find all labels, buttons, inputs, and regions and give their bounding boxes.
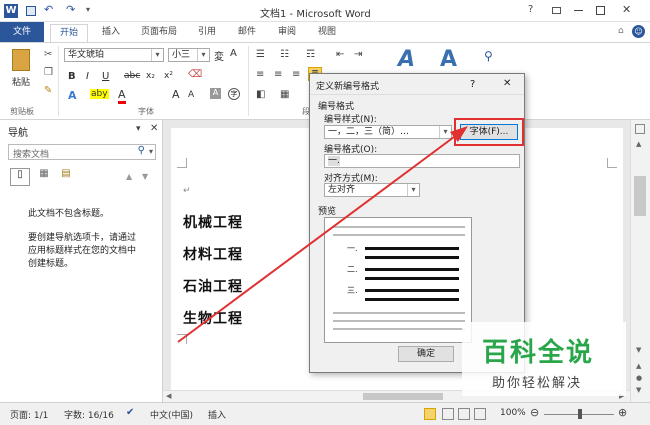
annotation-arrow-line — [177, 133, 459, 343]
zoom-out-icon[interactable]: ⊖ — [530, 406, 539, 419]
page-count[interactable]: 页面: 1/1 — [10, 408, 48, 421]
proofing-icon[interactable]: ✔ — [126, 407, 134, 418]
word-count[interactable]: 字数: 16/16 — [64, 408, 114, 421]
web-layout-icon[interactable] — [458, 408, 470, 420]
language[interactable]: 中文(中国) — [150, 408, 193, 421]
insert-mode[interactable]: 插入 — [208, 408, 226, 421]
zoom-in-icon[interactable]: ⊕ — [618, 406, 627, 419]
print-layout-icon[interactable] — [442, 408, 454, 420]
annotation-arrow-head — [450, 126, 468, 142]
outline-icon[interactable] — [474, 408, 486, 420]
zoom-level[interactable]: 100% — [500, 408, 526, 418]
watermark-subtitle: 助你轻松解决 — [492, 376, 583, 391]
zoom-slider-thumb[interactable] — [578, 409, 582, 419]
status-bar: 页面: 1/1 字数: 16/16 ✔ 中文(中国) 插入 100% ⊖ ⊕ — [0, 402, 650, 425]
watermark-logo: 百科全说 助你轻松解决 — [462, 322, 626, 396]
read-mode-icon[interactable] — [424, 408, 436, 420]
watermark-title: 百科全说 — [482, 338, 595, 368]
